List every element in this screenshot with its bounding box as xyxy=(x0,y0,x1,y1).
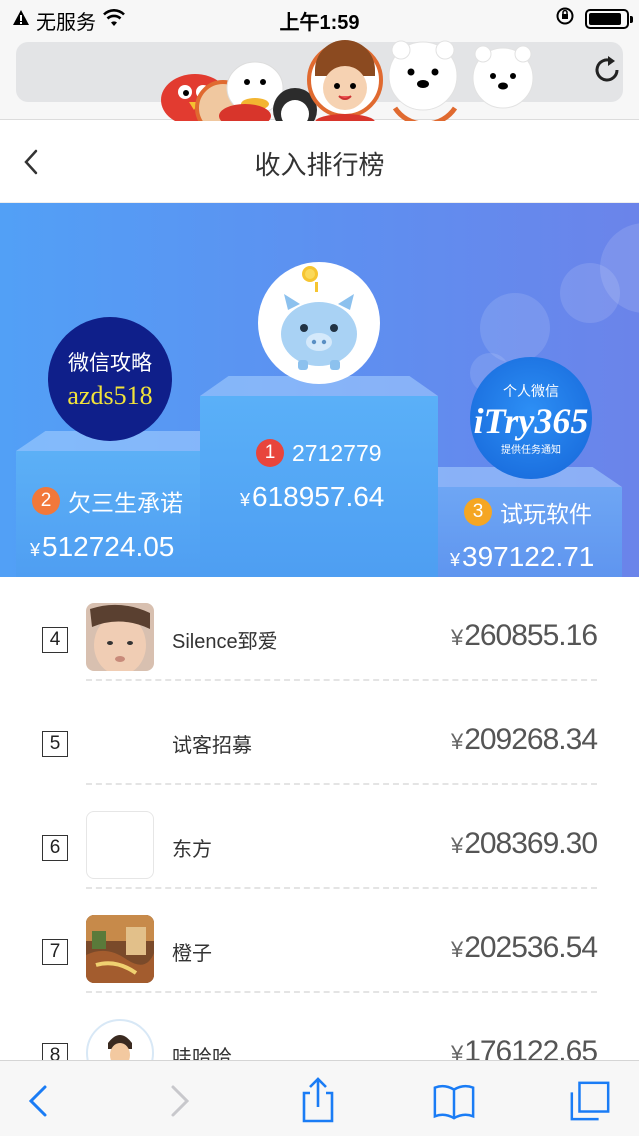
rank-badge: 1 xyxy=(256,439,284,467)
podium-1-amount-row: ¥618957.64 xyxy=(240,481,384,513)
user-amount: 209268.34 xyxy=(464,723,598,756)
currency-symbol: ¥ xyxy=(30,540,41,560)
browser-toolbar xyxy=(0,1060,639,1136)
podium-2-name: 欠三生承诺 xyxy=(68,490,183,516)
browser-url-bar-area xyxy=(0,40,639,130)
battery-fill xyxy=(589,13,622,25)
rank-badge: 3 xyxy=(464,498,492,526)
forward-arrow-icon[interactable] xyxy=(158,1079,202,1123)
podium-3-avatar-main: iTry365 xyxy=(473,400,589,441)
avatar xyxy=(86,915,154,983)
user-name: 试客招募 xyxy=(172,735,252,757)
podium-1-name: 2712779 xyxy=(292,439,382,466)
user-amount: 260855.16 xyxy=(464,619,598,652)
ranking-list: 4 Silence郅爱 ¥260855.16 5 试客招募 ¥209268.34 xyxy=(0,577,639,1097)
podium-2-amount: 512724.05 xyxy=(42,531,175,562)
user-name: 橙子 xyxy=(172,943,212,965)
list-item[interactable]: 5 试客招募 ¥209268.34 xyxy=(0,681,639,785)
podium-banner: 微信攻略 azds518 个人微信 iTry365 提供任务通知 1 27127… xyxy=(0,203,639,577)
podium-2-amount-row: ¥512724.05 xyxy=(30,531,174,563)
user-name: Silence郅爱 xyxy=(172,631,278,653)
mascot-decoration xyxy=(161,40,534,130)
tabs-icon[interactable] xyxy=(568,1079,612,1123)
list-item[interactable]: 7 橙子 ¥202536.54 xyxy=(0,889,639,993)
avatar xyxy=(86,811,154,879)
share-icon[interactable] xyxy=(296,1077,340,1123)
rank-number: 7 xyxy=(42,939,68,965)
page-title: 收入排行榜 xyxy=(254,150,385,180)
podium-1-amount: 618957.64 xyxy=(252,481,385,512)
list-item[interactable]: 4 Silence郅爱 ¥260855.16 xyxy=(0,577,639,681)
podium-1-name-row: 1 2712779 xyxy=(256,439,382,467)
podium-3-name-row: 3 试玩软件 xyxy=(464,495,592,529)
user-amount: 202536.54 xyxy=(464,931,598,964)
podium-2-avatar[interactable]: 微信攻略 azds518 xyxy=(48,317,172,441)
back-arrow-icon[interactable] xyxy=(16,1079,60,1123)
currency-symbol: ¥ xyxy=(450,625,463,650)
currency-symbol: ¥ xyxy=(450,833,463,858)
user-amount-row: ¥208369.30 xyxy=(450,827,598,861)
rank-number: 4 xyxy=(42,627,68,653)
podium-3-avatar-top: 个人微信 xyxy=(503,383,559,400)
rank-number: 5 xyxy=(42,731,68,757)
podium-3-amount: 397122.71 xyxy=(462,541,595,572)
battery-icon xyxy=(585,9,633,29)
currency-symbol: ¥ xyxy=(450,729,463,754)
podium-2-name-row: 2 欠三生承诺 xyxy=(32,484,183,518)
podium-1-avatar[interactable] xyxy=(258,262,380,384)
user-name: 东方 xyxy=(172,839,212,861)
nav-header: 收入排行榜 xyxy=(0,121,639,203)
podium-2-avatar-line1: 微信攻略 xyxy=(68,351,152,375)
podium-3-name: 试玩软件 xyxy=(500,501,592,527)
status-right xyxy=(555,6,633,32)
podium-3-avatar[interactable]: 个人微信 iTry365 提供任务通知 xyxy=(470,357,592,479)
reload-icon[interactable] xyxy=(591,54,623,86)
app-screen: 无服务 上午1:59 收入排行榜 微信攻略 azds518 个人微信 iTry3… xyxy=(0,0,639,1136)
user-amount: 208369.30 xyxy=(464,827,598,860)
podium-3-avatar-bottom: 提供任务通知 xyxy=(501,444,561,456)
orientation-lock-icon xyxy=(555,6,575,32)
rank-badge: 2 xyxy=(32,487,60,515)
podium-2-avatar-line2: azds518 xyxy=(67,381,153,410)
user-amount-row: ¥202536.54 xyxy=(450,931,598,965)
user-amount-row: ¥209268.34 xyxy=(450,723,598,757)
currency-symbol: ¥ xyxy=(240,490,251,510)
user-amount-row: ¥260855.16 xyxy=(450,619,598,653)
podium-3-amount-row: ¥397122.71 xyxy=(450,541,594,573)
rank-number: 6 xyxy=(42,835,68,861)
currency-symbol: ¥ xyxy=(450,550,461,570)
currency-symbol: ¥ xyxy=(450,937,463,962)
list-item[interactable]: 6 东方 ¥208369.30 xyxy=(0,785,639,889)
piggy-bank-icon xyxy=(281,266,357,370)
bookmarks-icon[interactable] xyxy=(432,1079,476,1123)
avatar xyxy=(86,603,154,671)
